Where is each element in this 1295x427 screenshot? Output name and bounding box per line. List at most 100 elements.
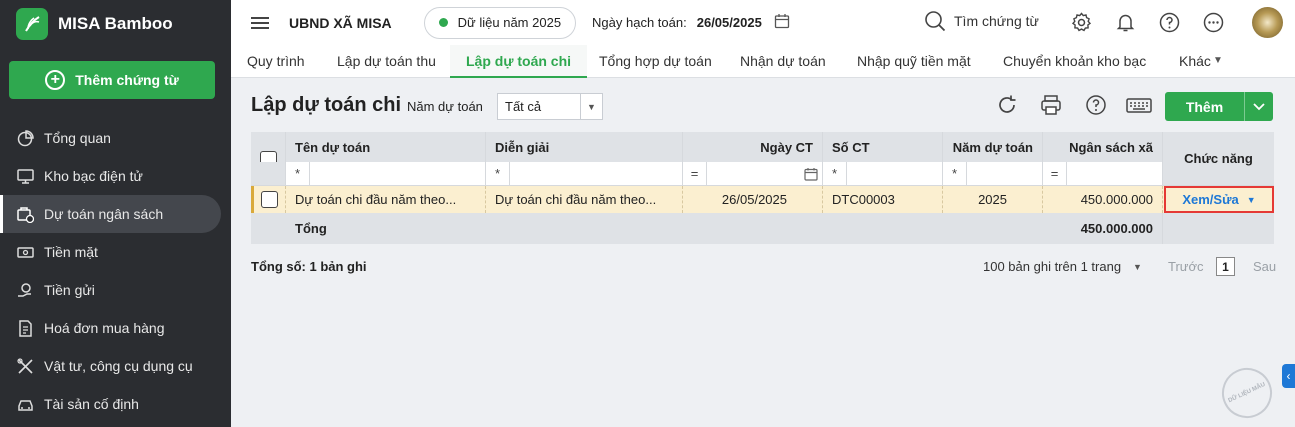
app-name: MISA Bamboo <box>58 14 173 33</box>
tab-estimate-summary[interactable]: Tổng hợp dự toán <box>599 45 712 78</box>
bamboo-logo-icon <box>16 8 48 40</box>
filter-cell: * <box>286 162 486 185</box>
view-edit-label: Xem/Sửa <box>1182 192 1239 207</box>
sidebar-item-label: Tiền mặt <box>44 244 98 260</box>
filter-cell: * <box>486 162 683 185</box>
prev-page-button[interactable]: Trước <box>1168 259 1204 274</box>
cell-date: 26/05/2025 <box>683 186 823 213</box>
add-voucher-button[interactable]: + Thêm chứng từ <box>9 61 215 99</box>
data-year-selector[interactable]: Dữ liệu năm 2025 <box>423 6 577 39</box>
column-header: Chức năng <box>1163 132 1274 186</box>
sidebar-item-label: Vật tư, công cụ dụng cụ <box>44 358 193 374</box>
tab-revenue-estimate[interactable]: Lập dự toán thu <box>337 45 436 78</box>
page-title: Lập dự toán chi <box>251 94 402 116</box>
page-size-select[interactable]: 100 bản ghi trên 1 trang <box>983 259 1121 274</box>
menu-icon[interactable] <box>251 14 269 32</box>
dropdown-arrow-icon[interactable]: ▼ <box>1247 195 1256 205</box>
sidebar-item-label: Dự toán ngân sách <box>44 206 164 222</box>
total-empty <box>823 213 943 244</box>
sidebar-item-e-treasury[interactable]: Kho bạc điện tử <box>0 157 231 195</box>
sidebar-item-label: Tiền gửi <box>44 282 95 298</box>
tab-other[interactable]: Khác <box>1179 45 1211 78</box>
sidebar-item-fixed-assets[interactable]: Tài sản cố định <box>0 385 231 423</box>
panel-toggle-icon[interactable]: ‹ <box>1282 364 1295 388</box>
help-icon[interactable] <box>1085 94 1107 119</box>
sidebar-nav: Tổng quan Kho bạc điện tử Dự toán ngân s… <box>0 119 231 423</box>
sidebar-item-label: Tài sản cố định <box>44 396 139 412</box>
total-empty <box>1163 213 1274 244</box>
cell-budget: 450.000.000 <box>1043 186 1163 213</box>
filter-operator[interactable]: * <box>286 162 310 185</box>
tab-workflow[interactable]: Quy trình <box>247 45 305 78</box>
search-label: Tìm chứng từ <box>954 13 1039 29</box>
search-voucher[interactable]: Tìm chứng từ <box>924 10 1039 32</box>
pie-chart-icon <box>16 129 34 147</box>
next-page-button[interactable]: Sau <box>1253 259 1276 274</box>
filter-operator[interactable]: * <box>943 162 967 185</box>
column-header[interactable]: Tên dự toán <box>286 132 486 162</box>
filter-cell: = <box>683 162 823 185</box>
cell-number: DTC00003 <box>823 186 943 213</box>
plus-circle-icon: + <box>45 70 66 90</box>
cell-year: 2025 <box>943 186 1043 213</box>
view-edit-action[interactable]: Xem/Sửa ▼ <box>1164 186 1274 213</box>
more-icon[interactable] <box>1203 12 1224 36</box>
table-row[interactable]: Dự toán chi đầu năm theo... Dự toán chi … <box>251 186 1274 213</box>
tab-receive-estimate[interactable]: Nhận dự toán <box>740 45 826 78</box>
cell-name: Dự toán chi đầu năm theo... <box>286 186 486 213</box>
total-label: Tổng <box>295 221 327 236</box>
row-select-cell <box>251 186 286 213</box>
monitor-icon <box>16 167 34 185</box>
tools-icon <box>16 357 34 375</box>
add-button[interactable]: Thêm <box>1165 92 1245 121</box>
filter-cell: * <box>823 162 943 185</box>
asset-icon <box>16 395 34 413</box>
tab-expense-estimate[interactable]: Lập dự toán chi <box>450 45 588 78</box>
deposit-icon <box>16 281 34 299</box>
sidebar-item-deposit[interactable]: Tiền gửi <box>0 271 231 309</box>
refresh-icon[interactable] <box>996 94 1018 119</box>
column-header[interactable]: Năm dự toán <box>943 132 1043 162</box>
filter-operator[interactable]: * <box>823 162 847 185</box>
cell-description: Dự toán chi đầu năm theo... <box>486 186 683 213</box>
sidebar-item-overview[interactable]: Tổng quan <box>0 119 231 157</box>
sidebar-item-cash[interactable]: Tiền mặt <box>0 233 231 271</box>
sidebar-item-supplies[interactable]: Vật tư, công cụ dụng cụ <box>0 347 231 385</box>
filter-operator[interactable]: * <box>486 162 510 185</box>
help-icon[interactable] <box>1159 12 1180 36</box>
chevron-down-icon[interactable]: ▼ <box>1213 45 1223 78</box>
column-header[interactable]: Diễn giải <box>486 132 683 162</box>
column-header[interactable]: Ngày CT <box>683 132 823 162</box>
tab-bar: Quy trình Lập dự toán thu Lập dự toán ch… <box>231 45 1295 78</box>
filter-operator[interactable]: = <box>683 162 707 185</box>
calendar-icon[interactable] <box>800 167 822 181</box>
sidebar-item-invoice[interactable]: Hoá đơn mua hàng <box>0 309 231 347</box>
posting-date-value[interactable]: 26/05/2025 <box>697 15 762 30</box>
gear-icon[interactable] <box>1071 12 1092 36</box>
current-page[interactable]: 1 <box>1216 257 1235 276</box>
organization-name[interactable]: UBND XÃ MISA <box>289 15 392 31</box>
sidebar-item-budget[interactable]: Dự toán ngân sách <box>0 195 221 233</box>
dropdown-arrow-icon: ▼ <box>580 94 602 119</box>
row-checkbox[interactable] <box>261 191 278 208</box>
avatar[interactable] <box>1252 7 1283 38</box>
brand[interactable]: MISA Bamboo <box>16 8 173 40</box>
bell-icon[interactable] <box>1115 12 1136 36</box>
print-icon[interactable] <box>1040 94 1062 119</box>
tab-cash-receipt[interactable]: Nhập quỹ tiền mặt <box>857 45 971 78</box>
sidebar-item-label: Hoá đơn mua hàng <box>44 320 165 336</box>
total-empty <box>943 213 1043 244</box>
filter-operator[interactable]: = <box>1043 162 1067 185</box>
keyboard-icon[interactable] <box>1126 94 1152 119</box>
sidebar-item-label: Kho bạc điện tử <box>44 168 143 184</box>
year-filter-select[interactable]: Tất cả ▼ <box>497 93 603 120</box>
calendar-icon[interactable] <box>774 13 790 32</box>
cash-icon <box>16 243 34 261</box>
column-header[interactable]: Số CT <box>823 132 943 162</box>
chevron-down-icon[interactable] <box>1245 92 1273 121</box>
chevron-down-icon[interactable]: ▼ <box>1133 262 1142 272</box>
tab-treasury-transfer[interactable]: Chuyển khoản kho bạc <box>1003 45 1146 78</box>
column-header[interactable]: Ngân sách xã <box>1043 132 1163 162</box>
budget-icon <box>16 205 34 223</box>
main-content: Lập dự toán chi Năm dự toán Tất cả ▼ Thê… <box>231 78 1295 427</box>
